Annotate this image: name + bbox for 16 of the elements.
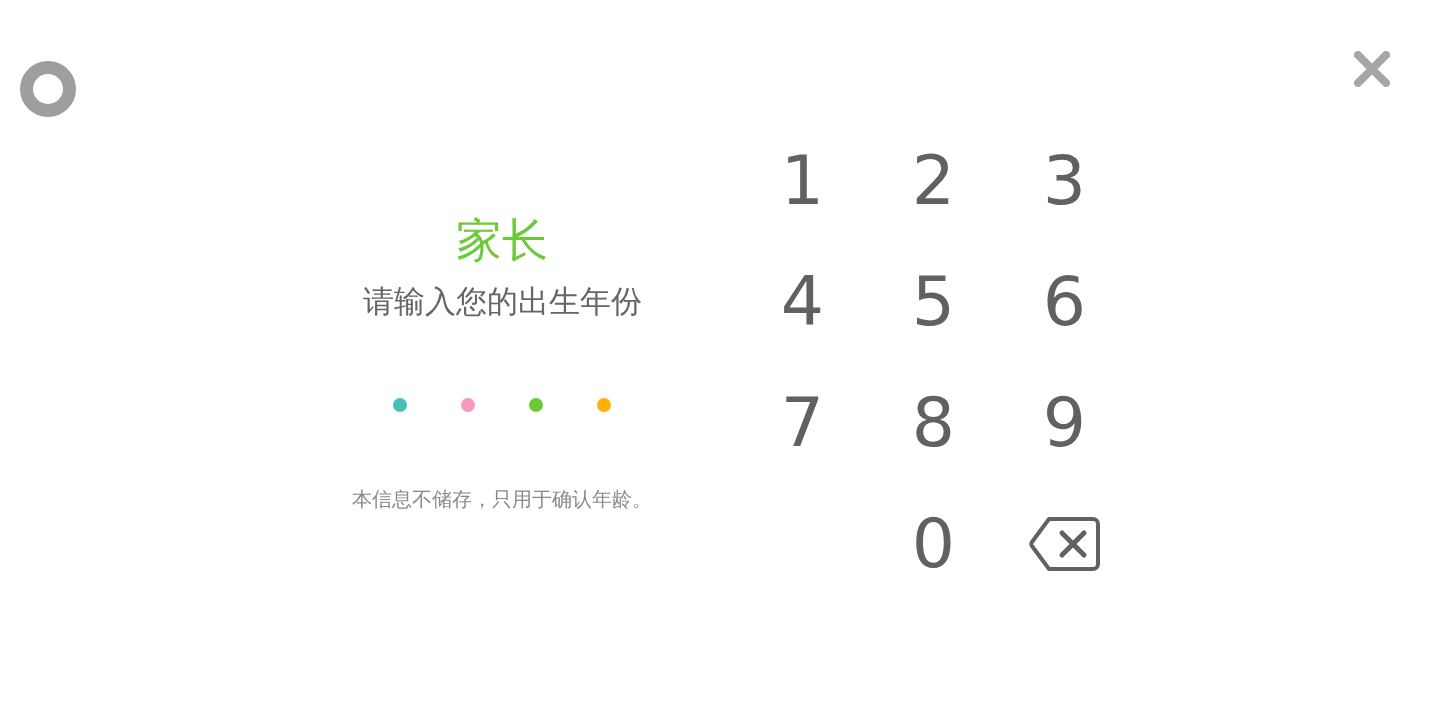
role-title: 家长 xyxy=(456,211,548,268)
birth-year-prompt: 请输入您的出生年份 xyxy=(362,281,642,321)
digit-key[interactable]: 6 xyxy=(999,241,1130,362)
backspace-icon xyxy=(1028,515,1101,572)
digit-key[interactable]: 1 xyxy=(737,120,868,241)
digit-key[interactable]: 2 xyxy=(868,120,999,241)
digit-key[interactable]: 0 xyxy=(868,483,999,604)
digit-key[interactable]: 8 xyxy=(868,362,999,483)
digit-key[interactable]: 3 xyxy=(999,120,1130,241)
ring-icon[interactable] xyxy=(20,61,76,117)
digit-key[interactable]: 7 xyxy=(737,362,868,483)
digit-key[interactable]: 5 xyxy=(868,241,999,362)
digit-key[interactable]: 4 xyxy=(737,241,868,362)
close-icon[interactable] xyxy=(1354,51,1390,87)
digit-key[interactable]: 9 xyxy=(999,362,1130,483)
privacy-note: 本信息不储存，只用于确认年龄。 xyxy=(352,485,652,513)
